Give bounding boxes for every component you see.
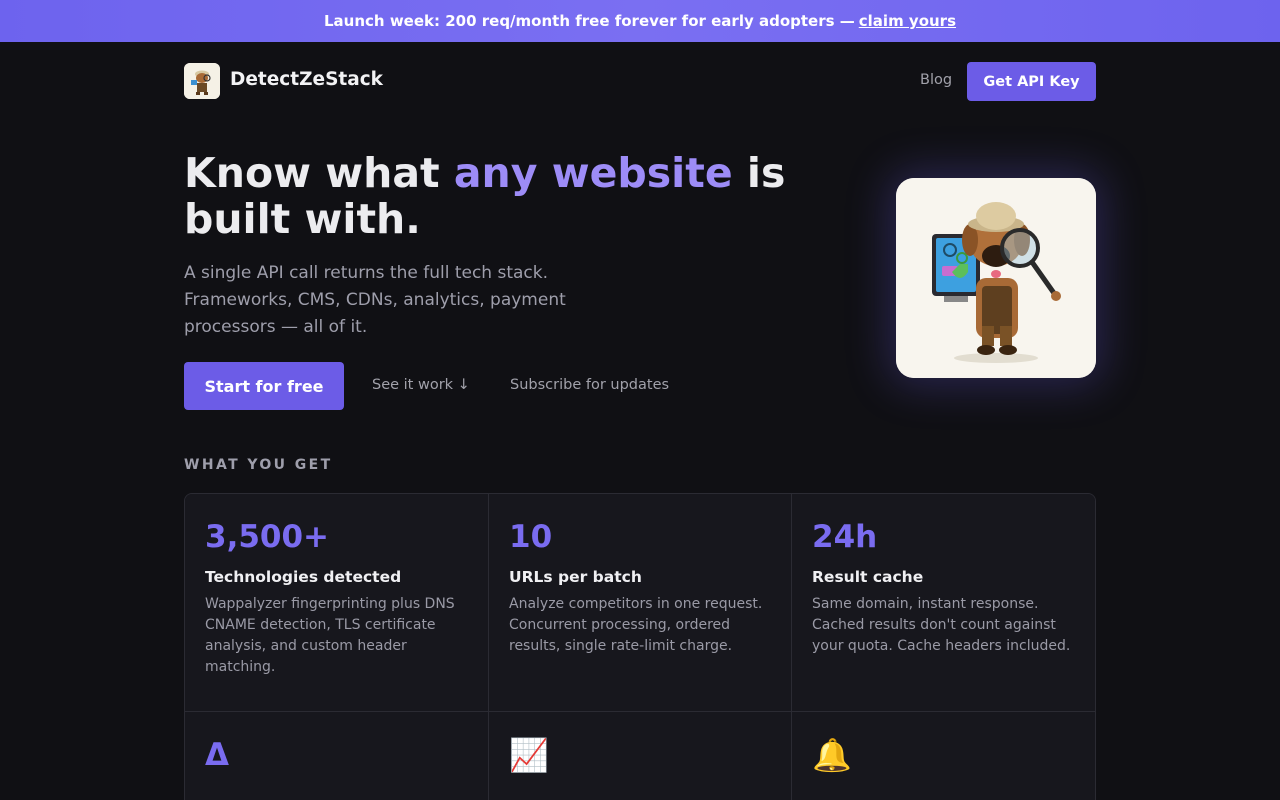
brand-name[interactable]: DetectZeStack (230, 69, 383, 90)
feature-title: Technologies detected (205, 568, 402, 586)
dog-detective-illustration-icon (896, 178, 1096, 378)
see-it-work-link[interactable]: See it work ↓ (372, 377, 470, 393)
feature-desc: Analyze competitors in one request. Conc… (509, 596, 763, 654)
feature-desc: Wappalyzer fingerprinting plus DNS CNAME… (205, 596, 455, 675)
start-for-free-button[interactable]: Start for free (184, 362, 344, 410)
hero-illustration (896, 178, 1096, 378)
feature-card: Δ (185, 712, 489, 800)
feature-title: Result cache (812, 568, 924, 586)
feature-desc: Same domain, instant response. Cached re… (812, 596, 1071, 654)
feature-title: URLs per batch (509, 568, 642, 586)
feature-card: 🔔 (792, 712, 1095, 800)
feature-stat: 3,500+ (205, 519, 330, 555)
feature-stat: 10 (509, 519, 553, 555)
section-label-what-you-get: WHAT YOU GET (184, 457, 333, 473)
delta-icon: Δ (205, 737, 229, 773)
banner-claim-link[interactable]: claim yours (859, 12, 956, 30)
hero-subtitle: A single API call returns the full tech … (184, 263, 566, 337)
get-api-key-button[interactable]: Get API Key (967, 62, 1096, 101)
feature-card: 24h Result cache Same domain, instant re… (792, 494, 1095, 712)
banner-text: Launch week: 200 req/month free forever … (323, 12, 855, 30)
hero-title-accent: any website (453, 149, 733, 197)
bell-icon: 🔔 (812, 736, 852, 774)
nav-blog-link[interactable]: Blog (920, 72, 952, 88)
chart-increasing-icon: 📈 (509, 736, 549, 774)
hero-title: Know what any website is built with. (184, 150, 804, 242)
subscribe-updates-link[interactable]: Subscribe for updates (510, 377, 669, 393)
feature-stat: 24h (812, 519, 878, 555)
announcement-banner: Launch week: 200 req/month free forever … (0, 0, 1280, 42)
feature-card: 10 URLs per batch Analyze competitors in… (489, 494, 792, 712)
hero-title-part1: Know what (184, 149, 454, 197)
dog-detective-logo-icon (184, 63, 220, 99)
brand-logo[interactable] (184, 63, 220, 99)
feature-grid: 3,500+ Technologies detected Wappalyzer … (184, 493, 1096, 800)
top-nav: DetectZeStack Blog Get API Key (184, 62, 1096, 102)
feature-card: 📈 (489, 712, 792, 800)
feature-card: 3,500+ Technologies detected Wappalyzer … (185, 494, 489, 712)
